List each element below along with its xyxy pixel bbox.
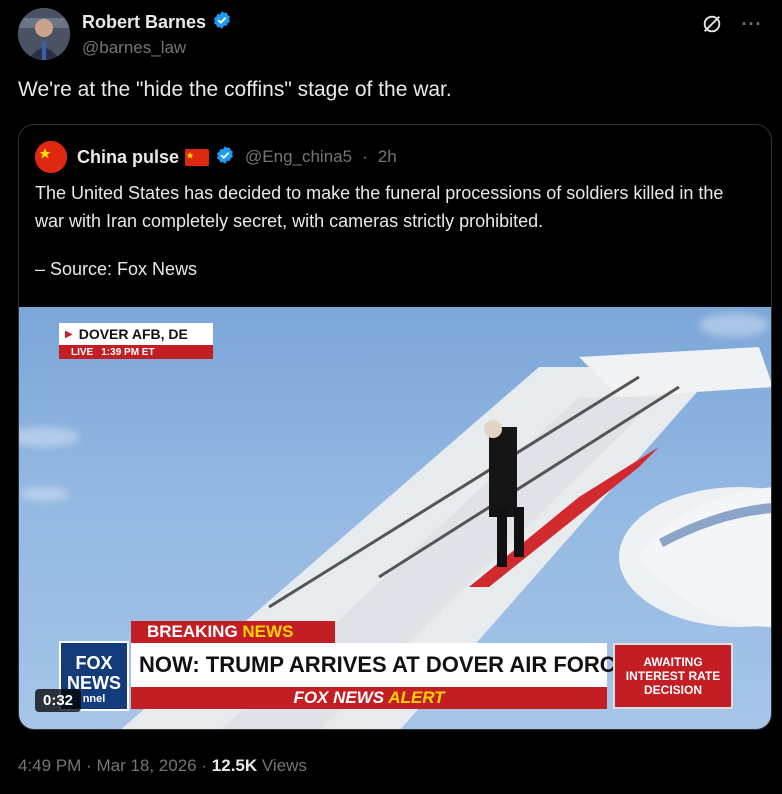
alert-bar: FOX NEWS ALERT xyxy=(131,687,607,709)
live-time: 1:39 PM ET xyxy=(101,346,155,358)
location-badge: ▶ DOVER AFB, DE LIVE 1:39 PM ET xyxy=(59,323,213,359)
tweet-header: Robert Barnes @barnes_law ··· xyxy=(18,4,764,60)
quote-separator: · xyxy=(362,147,368,166)
quote-age[interactable]: 2h xyxy=(378,147,397,167)
quote-text: The United States has decided to make th… xyxy=(35,183,724,231)
breaking-text: BREAKING xyxy=(147,622,238,641)
tweet-actions-top: ··· xyxy=(700,12,764,36)
author-display-name[interactable]: Robert Barnes xyxy=(82,12,206,33)
side-news-box: AWAITING INTEREST RATE DECISION xyxy=(613,643,733,709)
china-flag-icon xyxy=(185,148,210,166)
play-triangle-icon: ▶ xyxy=(65,328,73,340)
video-duration: 0:32 xyxy=(35,689,82,712)
quote-avatar[interactable] xyxy=(35,141,67,173)
views-label: Views xyxy=(261,756,307,775)
breaking-news-tag: BREAKING NEWS xyxy=(131,621,335,643)
quote-verified-badge-icon xyxy=(215,145,235,170)
quote-source: – Source: Fox News xyxy=(35,259,198,279)
more-icon[interactable]: ··· xyxy=(740,12,764,36)
views-count: 12.5K xyxy=(211,756,258,775)
author-avatar[interactable] xyxy=(18,8,70,60)
breaking-news-text: NEWS xyxy=(242,622,294,641)
author-block: Robert Barnes @barnes_law xyxy=(82,10,232,58)
location-text: DOVER AFB, DE xyxy=(78,326,188,342)
headline-chyron: NOW: TRUMP ARRIVES AT DOVER AIR FORCE BA… xyxy=(131,643,698,687)
tweet-meta: 4:49 PM · Mar 18, 2026 · 12.5K Views xyxy=(18,756,307,776)
tweet-date[interactable]: Mar 18, 2026 xyxy=(96,756,196,775)
author-handle[interactable]: @barnes_law xyxy=(82,38,232,58)
alert-brand: FOX NEWS xyxy=(293,688,385,707)
logo-line1: FOX xyxy=(75,653,113,673)
quote-display-name[interactable]: China pulse xyxy=(77,147,179,168)
tweet-time[interactable]: 4:49 PM xyxy=(18,756,81,775)
verified-badge-icon xyxy=(212,10,232,35)
meta-separator: · xyxy=(201,756,208,775)
quote-header: China pulse @Eng_china5 · 2h xyxy=(35,141,397,173)
quote-handle[interactable]: @Eng_china5 xyxy=(245,147,352,167)
grok-icon[interactable] xyxy=(700,12,724,36)
quoted-tweet[interactable]: China pulse @Eng_china5 · 2h The United … xyxy=(18,124,772,730)
live-label: LIVE xyxy=(71,346,94,358)
alert-word: ALERT xyxy=(388,688,445,707)
tweet-text: We're at the "hide the coffins" stage of… xyxy=(18,78,452,101)
meta-separator: · xyxy=(86,756,92,775)
video-player[interactable]: ▶ DOVER AFB, DE LIVE 1:39 PM ET BREAKING N… xyxy=(19,307,771,729)
